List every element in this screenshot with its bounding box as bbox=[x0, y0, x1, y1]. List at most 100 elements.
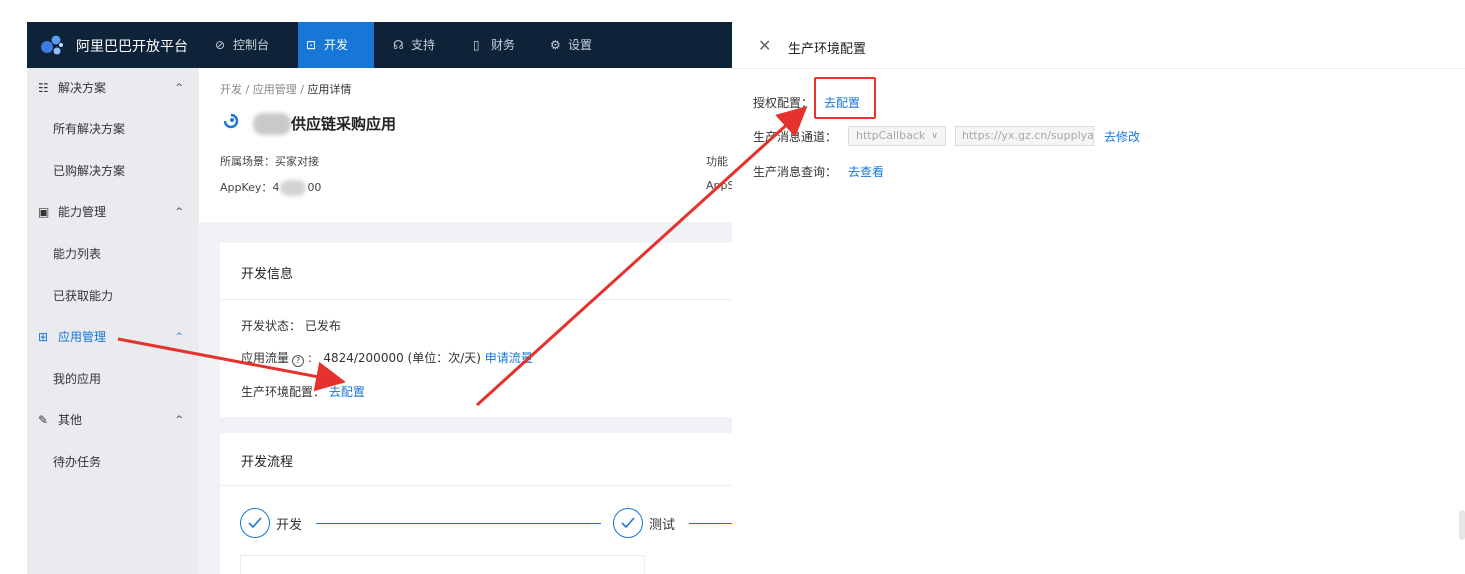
drawer-divider bbox=[732, 68, 1465, 69]
traffic-value: 4824/200000 (单位：次/天) bbox=[323, 351, 481, 365]
edit-icon: ✎ bbox=[38, 413, 49, 427]
breadcrumb-separator: / bbox=[300, 83, 304, 96]
app-scene: 所属场景：买家对接 bbox=[220, 153, 319, 169]
nav-support[interactable]: ☊ 支持 bbox=[385, 22, 455, 68]
env-config-drawer: ✕ 生产环境配置 授权配置： 去配置 生产消息通道： httpCallback … bbox=[732, 22, 1465, 574]
chevron-down-icon: ∨ bbox=[931, 131, 938, 141]
dev-flow-title: 开发流程 bbox=[241, 455, 294, 470]
env-config-row: 生产环境配置： 去配置 bbox=[241, 383, 365, 400]
main-content: 开发 / 应用管理 / 应用详情 供应链采购应用 所属场景：买家对接 AppKe… bbox=[199, 68, 735, 574]
sidebar-item-purchased-solutions[interactable]: 已购解决方案 bbox=[27, 151, 199, 191]
dashboard-icon: ⊘ bbox=[215, 38, 226, 52]
chevron-up-icon: ^ bbox=[175, 83, 183, 93]
redacted-appkey bbox=[280, 180, 307, 196]
sidebar-item-acquired-capabilities[interactable]: 已获取能力 bbox=[27, 276, 199, 316]
apps-icon: ⊞ bbox=[38, 330, 49, 344]
nav-label: 控制台 bbox=[233, 38, 270, 52]
sidebar-group-app-management[interactable]: ⊞ 应用管理 ^ bbox=[27, 317, 199, 357]
sidebar-item-all-solutions[interactable]: 所有解决方案 bbox=[27, 109, 199, 149]
nav-label: 财务 bbox=[491, 38, 516, 52]
scene-value: 买家对接 bbox=[275, 155, 319, 168]
redacted-app-name bbox=[253, 113, 291, 135]
chevron-up-icon: ^ bbox=[175, 332, 183, 342]
alibaba-logo[interactable] bbox=[39, 32, 65, 58]
step-test: 测试 bbox=[649, 518, 676, 533]
breadcrumb-app-management[interactable]: 应用管理 bbox=[253, 83, 297, 96]
breadcrumb-develop[interactable]: 开发 bbox=[220, 83, 242, 96]
breadcrumb-separator: / bbox=[245, 83, 250, 96]
capability-icon: ▣ bbox=[38, 205, 50, 219]
breadcrumb-app-detail: 应用详情 bbox=[307, 83, 352, 96]
auth-config-label: 授权配置： bbox=[753, 96, 814, 110]
status-value: 已发布 bbox=[304, 319, 341, 333]
appsecret-meta: AppS bbox=[706, 179, 735, 192]
dev-info-title: 开发信息 bbox=[241, 267, 294, 282]
dev-info-card: 开发信息 开发状态： 已发布 应用流量? : 4824/200000 (单位：次… bbox=[220, 243, 732, 417]
traffic-row: 应用流量? : 4824/200000 (单位：次/天) 申请流量 bbox=[241, 351, 533, 367]
channel-edit-link[interactable]: 去修改 bbox=[1104, 128, 1140, 145]
terminal-icon: ⊡ bbox=[306, 38, 317, 52]
card-divider bbox=[220, 485, 732, 486]
nav-label: 设置 bbox=[568, 38, 593, 52]
brand-name[interactable]: 阿里巴巴开放平台 bbox=[76, 36, 188, 56]
channel-select-value: httpCallback bbox=[856, 129, 926, 142]
chevron-up-icon: ^ bbox=[175, 415, 183, 425]
help-icon[interactable]: ? bbox=[292, 355, 305, 367]
nav-settings[interactable]: ⚙ 设置 bbox=[542, 22, 612, 68]
sidebar-group-label: 解决方案 bbox=[58, 81, 107, 95]
app-key: AppKey：4 00 bbox=[220, 179, 321, 196]
app-header: 开发 / 应用管理 / 应用详情 供应链采购应用 所属场景：买家对接 AppKe… bbox=[199, 68, 735, 222]
breadcrumb: 开发 / 应用管理 / 应用详情 bbox=[220, 81, 351, 97]
nav-label: 支持 bbox=[411, 38, 436, 52]
card-divider bbox=[220, 299, 732, 300]
solution-icon: ☷ bbox=[38, 81, 49, 95]
appkey-suffix: 00 bbox=[307, 181, 322, 194]
traffic-label: 应用流量 bbox=[241, 351, 290, 365]
sidebar-group-label: 应用管理 bbox=[58, 330, 107, 344]
auth-config-link[interactable]: 去配置 bbox=[824, 94, 860, 111]
query-view-link[interactable]: 去查看 bbox=[848, 163, 884, 180]
gear-icon: ⚙ bbox=[550, 38, 561, 52]
scene-label: 所属场景： bbox=[220, 155, 275, 168]
sidebar-group-label: 能力管理 bbox=[58, 205, 107, 219]
channel-url-field[interactable]: https://yx.gz.cn/supplya bbox=[955, 126, 1094, 146]
step-connector bbox=[316, 523, 601, 524]
nav-develop[interactable]: ⊡ 开发 bbox=[298, 22, 374, 68]
nav-finance[interactable]: ▯ 财务 bbox=[465, 22, 535, 68]
bookmark-icon: ▯ bbox=[473, 38, 480, 52]
appkey-label: AppKey： bbox=[220, 181, 273, 194]
close-icon[interactable]: ✕ bbox=[758, 36, 771, 55]
appkey-prefix: 4 bbox=[272, 181, 280, 194]
channel-label: 生产消息通道： bbox=[753, 130, 838, 144]
function-meta: 功能 bbox=[706, 155, 728, 168]
env-config-label: 生产环境配置： bbox=[241, 385, 326, 399]
sidebar-item-todo-tasks[interactable]: 待办任务 bbox=[27, 442, 199, 482]
step-check-icon bbox=[240, 508, 270, 538]
drawer-title: 生产环境配置 bbox=[788, 42, 867, 57]
channel-select[interactable]: httpCallback ∨ bbox=[848, 126, 946, 146]
status-label: 开发状态： bbox=[241, 319, 302, 333]
app-window: 阿里巴巴开放平台 ⊘ 控制台 ⊡ 开发 ☊ 支持 ▯ 财务 ⚙ 设置 ☷ 解决方… bbox=[27, 22, 1465, 574]
query-label: 生产消息查询： bbox=[753, 165, 838, 179]
headset-icon: ☊ bbox=[393, 38, 404, 52]
env-config-link[interactable]: 去配置 bbox=[329, 385, 365, 399]
step-check-icon bbox=[613, 508, 643, 538]
nav-label: 开发 bbox=[324, 38, 349, 52]
dev-status-row: 开发状态： 已发布 bbox=[241, 317, 341, 334]
sidebar-item-my-apps[interactable]: 我的应用 bbox=[27, 359, 199, 399]
nav-dashboard[interactable]: ⊘ 控制台 bbox=[207, 22, 293, 68]
scrollbar[interactable] bbox=[1459, 510, 1465, 540]
sidebar-group-other[interactable]: ✎ 其他 ^ bbox=[27, 400, 199, 440]
apply-traffic-link[interactable]: 申请流量 bbox=[485, 351, 533, 365]
step-panel bbox=[240, 555, 645, 574]
sidebar-item-capability-list[interactable]: 能力列表 bbox=[27, 234, 199, 274]
sidebar-group-capabilities[interactable]: ▣ 能力管理 ^ bbox=[27, 192, 199, 232]
app-title: 供应链采购应用 bbox=[291, 115, 397, 133]
app-logo-icon bbox=[223, 113, 239, 129]
sidebar-group-label: 其他 bbox=[58, 413, 83, 427]
dev-flow-card: 开发流程 开发 测试 bbox=[220, 433, 732, 574]
sidebar: ☷ 解决方案 ^ 所有解决方案 已购解决方案 ▣ 能力管理 ^ 能力列表 已获取… bbox=[27, 68, 199, 574]
step-connector bbox=[689, 523, 732, 524]
sidebar-group-solutions[interactable]: ☷ 解决方案 ^ bbox=[27, 68, 199, 108]
chevron-up-icon: ^ bbox=[175, 207, 183, 217]
